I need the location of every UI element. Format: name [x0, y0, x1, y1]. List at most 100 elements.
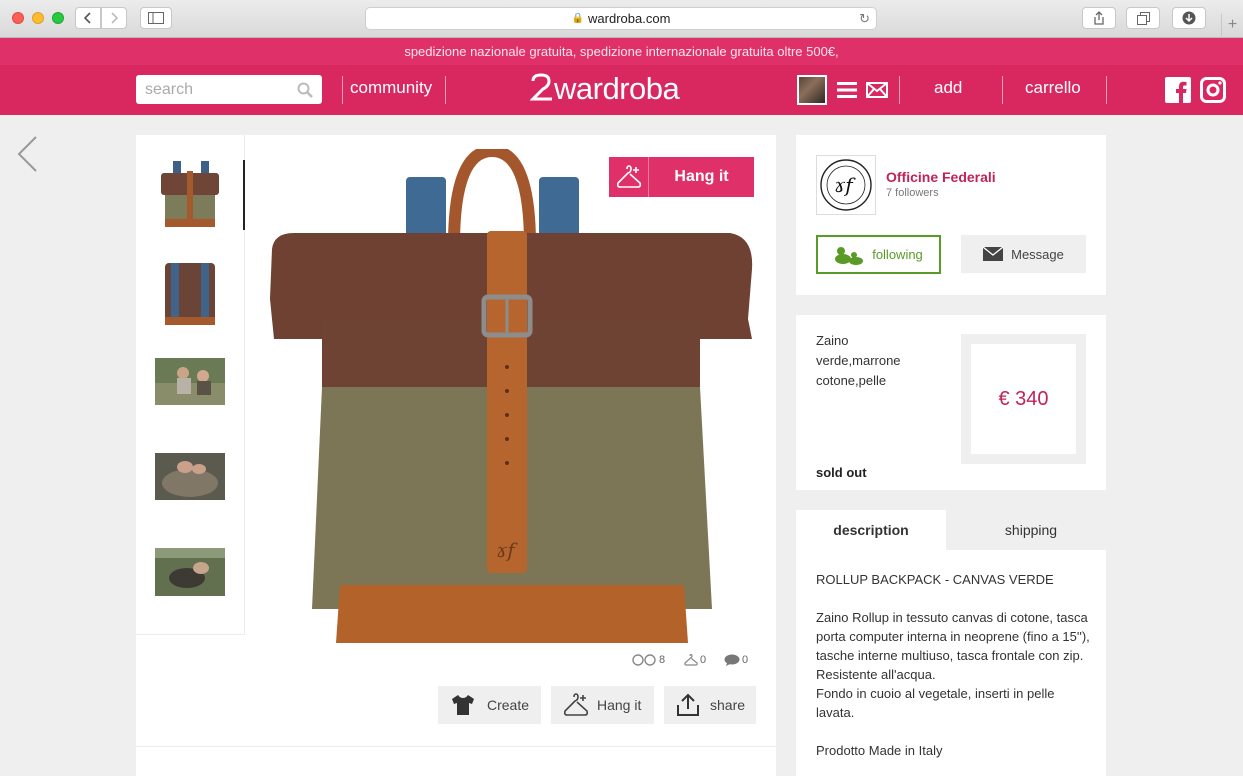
hang-it-secondary-button[interactable]: Hang it — [551, 686, 654, 724]
share-icon — [677, 693, 699, 716]
share-button[interactable]: share — [664, 686, 756, 724]
main-nav: community wardroba add carrello — [0, 65, 1243, 115]
thumbnail-image[interactable] — [155, 358, 225, 405]
logo-mark-icon — [529, 73, 552, 101]
hang-it-button[interactable]: Hang it — [609, 157, 754, 197]
description-line: Fondo in cuoio al vegetale, inserti in p… — [816, 686, 1055, 720]
create-label: Create — [487, 697, 530, 713]
message-button[interactable]: Message — [961, 235, 1086, 273]
facebook-icon[interactable] — [1165, 77, 1191, 103]
thumbnail-image[interactable] — [155, 548, 225, 596]
product-type: Zaino — [816, 333, 849, 348]
new-tab-button[interactable]: + — [1221, 14, 1243, 38]
chevron-right-icon — [111, 12, 118, 24]
sidebar-icon — [148, 12, 164, 24]
views-count: 8 — [659, 654, 666, 666]
close-window-button[interactable] — [12, 12, 24, 24]
price-box: € 340 — [961, 334, 1086, 464]
hangs-stat: 0 — [684, 654, 706, 666]
tab-shipping[interactable]: shipping — [956, 510, 1106, 550]
minimize-window-button[interactable] — [32, 12, 44, 24]
reload-icon[interactable]: ↻ — [859, 11, 870, 27]
create-button[interactable]: Create — [438, 686, 541, 724]
mail-icon[interactable] — [866, 82, 888, 98]
price: € 340 — [971, 344, 1076, 454]
seller-name[interactable]: Officine Federali — [886, 169, 996, 185]
description-text: ROLLUP BACKPACK - CANVAS VERDE Zaino Rol… — [816, 570, 1091, 760]
tab-gap — [946, 510, 956, 550]
views-stat: 8 — [631, 654, 665, 666]
hanger-plus-icon — [616, 165, 641, 188]
address-bar[interactable]: 🔒 wardroba.com ↻ — [365, 7, 877, 30]
product-attributes: Zaino verde,marrone cotone,pelle — [816, 331, 901, 391]
seller-logo-emblem: ɤf — [820, 159, 872, 211]
lock-icon: 🔒 — [571, 13, 585, 24]
nav-divider — [445, 76, 446, 104]
add-link[interactable]: add — [934, 78, 962, 98]
product-card: ɤf Hang it 8 0 0 Create Hang it share — [136, 135, 776, 776]
tab-description[interactable]: description — [796, 510, 946, 550]
back-button[interactable] — [75, 7, 101, 29]
cart-link[interactable]: carrello — [1025, 78, 1081, 98]
search-input[interactable] — [136, 75, 286, 104]
previous-arrow-icon[interactable] — [16, 135, 38, 175]
thumbnail-image[interactable] — [155, 255, 225, 327]
url-text: wardroba.com — [588, 11, 671, 26]
search-icon[interactable] — [297, 82, 313, 98]
fullscreen-window-button[interactable] — [52, 12, 64, 24]
hanger-icon — [684, 654, 698, 666]
hang-it-label: Hang it — [674, 168, 729, 185]
share-browser-button[interactable] — [1082, 7, 1116, 29]
hangs-count: 0 — [700, 654, 707, 666]
chevron-left-icon — [84, 12, 91, 24]
menu-icon[interactable] — [837, 82, 857, 98]
share-icon — [1094, 11, 1104, 25]
description-body: Zaino Rollup in tessuto canvas di cotone… — [816, 610, 1090, 663]
description-title: ROLLUP BACKPACK - CANVAS VERDE — [816, 572, 1054, 587]
envelope-icon — [983, 247, 1004, 261]
tabs-overview-button[interactable] — [1126, 7, 1160, 29]
nav-divider — [1106, 76, 1107, 104]
tshirt-icon — [452, 695, 474, 715]
product-materials: cotone,pelle — [816, 373, 887, 388]
seller-card: ɤf Officine Federali 7 followers followi… — [796, 135, 1106, 295]
seller-followers: 7 followers — [886, 187, 939, 199]
following-button[interactable]: following — [816, 235, 941, 274]
nav-divider — [342, 76, 343, 104]
browser-toolbar: 🔒 wardroba.com ↻ + — [0, 0, 1243, 38]
comments-count: 0 — [742, 654, 749, 666]
share-label: share — [710, 697, 746, 713]
comment-icon — [724, 654, 740, 666]
downloads-button[interactable] — [1172, 7, 1206, 29]
glasses-icon — [632, 654, 656, 666]
community-link[interactable]: community — [350, 78, 432, 98]
thumbnail-image[interactable] — [155, 159, 225, 231]
comments-stat: 0 — [724, 654, 748, 666]
tabs-icon — [1136, 11, 1150, 25]
thumbnail-image[interactable] — [155, 453, 225, 500]
user-avatar[interactable] — [797, 75, 827, 105]
message-label: Message — [1011, 246, 1064, 262]
ducks-icon — [835, 246, 864, 265]
hanger-plus-icon — [563, 693, 589, 716]
product-details-card: Zaino verde,marrone cotone,pelle sold ou… — [796, 315, 1106, 490]
logo-text: wardroba — [554, 71, 680, 106]
promo-banner: spedizione nazionale gratuita, spedizion… — [0, 38, 1243, 65]
thumbnail-list — [136, 135, 245, 635]
seller-logo[interactable]: ɤf — [816, 155, 876, 215]
search-box — [136, 75, 322, 104]
nav-divider — [1002, 76, 1003, 104]
sold-out-label: sold out — [816, 465, 867, 480]
download-icon — [1182, 11, 1196, 25]
product-colors: verde,marrone — [816, 353, 901, 368]
nav-divider — [899, 76, 900, 104]
description-card: description shipping ROLLUP BACKPACK - C… — [796, 510, 1106, 776]
site-logo[interactable]: wardroba — [529, 71, 680, 107]
instagram-icon[interactable] — [1200, 77, 1226, 103]
forward-button[interactable] — [101, 7, 127, 29]
card-divider — [136, 746, 776, 747]
svg-text:ɤf: ɤf — [834, 173, 856, 197]
product-photo[interactable]: ɤf — [264, 149, 758, 649]
sidebar-button[interactable] — [140, 7, 172, 29]
active-thumbnail-indicator — [243, 160, 245, 230]
